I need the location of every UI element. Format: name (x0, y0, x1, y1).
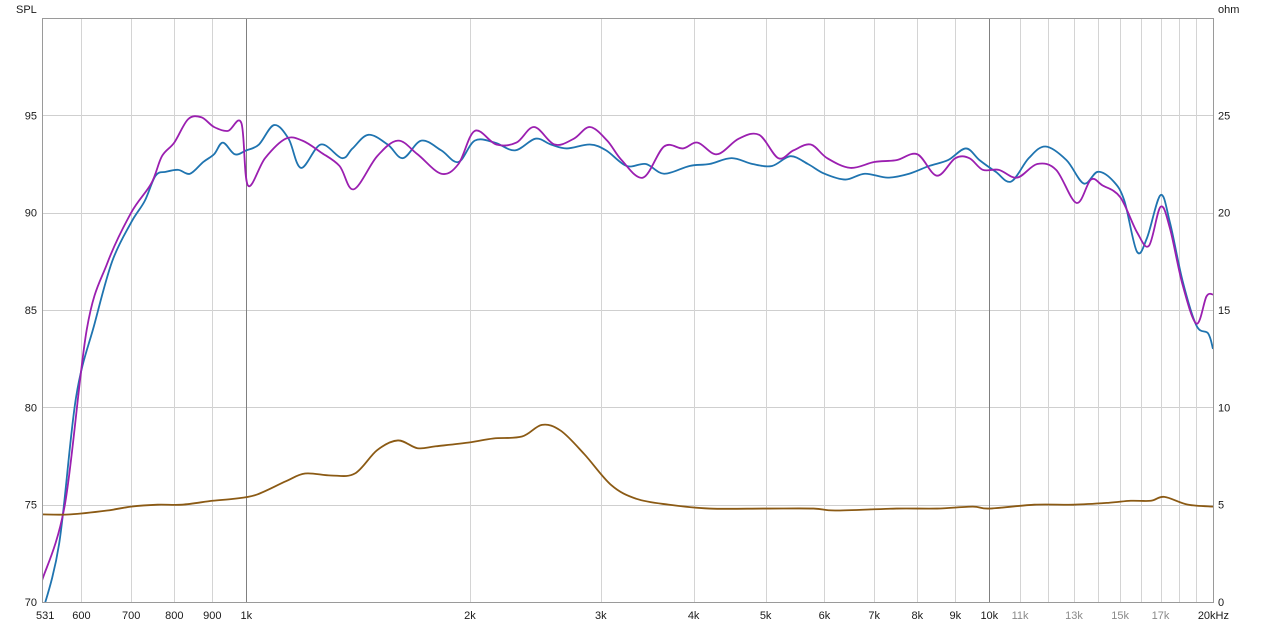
y-left-tick-label: 85 (25, 305, 37, 317)
x-tick-label: 531 (36, 610, 54, 622)
x-tick-label: 3k (595, 610, 607, 622)
x-tick-label: 700 (122, 610, 140, 622)
x-tick-label: 7k (868, 610, 880, 622)
x-tick-label: 20kHz (1198, 610, 1229, 622)
y-left-tick-label: 75 (25, 500, 37, 512)
x-tick-label: 2k (464, 610, 476, 622)
x-tick-label: 17k (1152, 610, 1170, 622)
y-right-tick-label: 15 (1218, 305, 1230, 317)
x-tick-label: 600 (72, 610, 90, 622)
x-tick-label: 800 (165, 610, 183, 622)
y-left-tick-label: 90 (25, 208, 37, 220)
x-tick-label: 8k (911, 610, 923, 622)
y-right-tick-label: 0 (1218, 597, 1224, 609)
y-right-axis-label: ohm (1218, 4, 1239, 16)
x-tick-label: 10k (980, 610, 998, 622)
x-tick-label: 6k (819, 610, 831, 622)
x-tick-label: 9k (950, 610, 962, 622)
x-tick-labels: 531 600 700 800 900 1k 2k 3k 4k 5k 6k 7k 8k 9k 10k 11k 1… (36, 610, 1229, 622)
x-tick-label: 5k (760, 610, 772, 622)
x-tick-label: 900 (203, 610, 221, 622)
y-right-tick-labels: 0 5 10 15 20 25 (1218, 110, 1230, 609)
x-tick-label: 1k (240, 610, 252, 622)
frequency-response-chart: 531 600 700 800 900 1k 2k 3k 4k 5k 6k 7k 8k 9k 10k 11k 1… (16, 4, 1239, 622)
x-tick-label: 13k (1065, 610, 1083, 622)
y-right-tick-label: 10 (1218, 402, 1230, 414)
y-left-tick-label: 80 (25, 402, 37, 414)
x-tick-label: 4k (688, 610, 700, 622)
y-right-tick-label: 25 (1218, 110, 1230, 122)
y-left-axis-label: SPL (16, 4, 37, 16)
x-tick-label: 15k (1111, 610, 1129, 622)
y-right-tick-label: 5 (1218, 500, 1224, 512)
x-tick-label: 11k (1012, 610, 1029, 622)
y-left-tick-label: 70 (25, 597, 37, 609)
y-left-tick-label: 95 (25, 110, 37, 122)
y-left-tick-labels: 70 75 80 85 90 95 (25, 110, 37, 609)
y-right-tick-label: 20 (1218, 208, 1230, 220)
